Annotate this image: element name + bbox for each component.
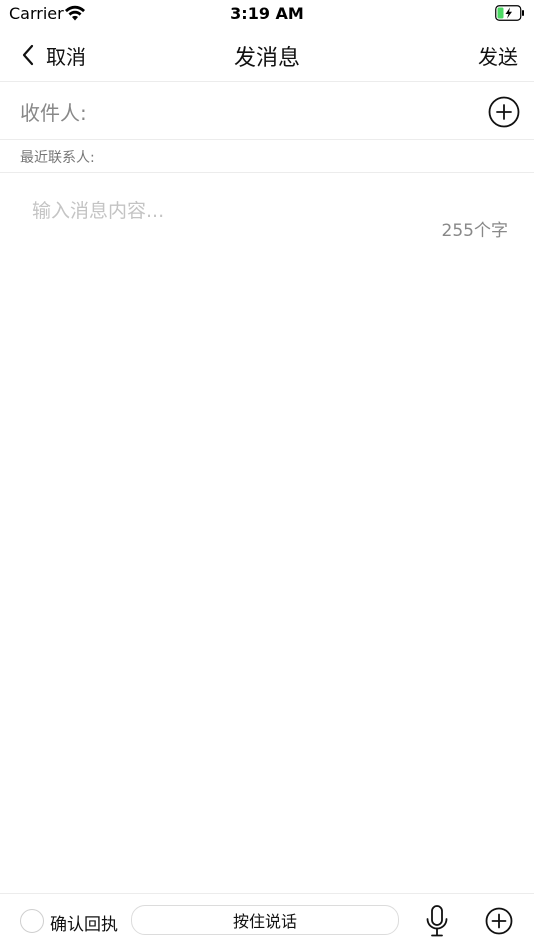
recent-contacts-label: 最近联系人:: [20, 150, 95, 166]
microphone-icon[interactable]: [424, 904, 450, 938]
status-bar: Carrier 3:19 AM: [0, 0, 534, 28]
confirm-receipt-checkbox[interactable]: [20, 909, 44, 933]
bottom-toolbar: 确认回执 按住说话: [0, 893, 534, 950]
more-plus-circle-icon[interactable]: [485, 907, 513, 935]
char-count: 255个字: [441, 221, 508, 241]
page-title: 发消息: [233, 46, 300, 71]
hold-to-talk-label: 按住说话: [232, 912, 297, 931]
battery-charging-icon: [495, 5, 524, 21]
confirm-receipt-label[interactable]: 确认回执: [50, 910, 118, 935]
recipient-label: 收件人:: [20, 101, 87, 125]
nav-bar: 取消 发消息 发送: [0, 28, 534, 82]
message-input[interactable]: [32, 196, 502, 226]
hold-to-talk-button[interactable]: 按住说话: [131, 905, 399, 935]
add-recipient-plus-circle-icon[interactable]: [488, 96, 520, 128]
status-time: 3:19 AM: [230, 4, 304, 23]
send-button[interactable]: 发送: [478, 41, 518, 70]
recipient-row[interactable]: 收件人:: [0, 83, 534, 140]
recent-contacts-row: 最近联系人:: [0, 141, 534, 173]
